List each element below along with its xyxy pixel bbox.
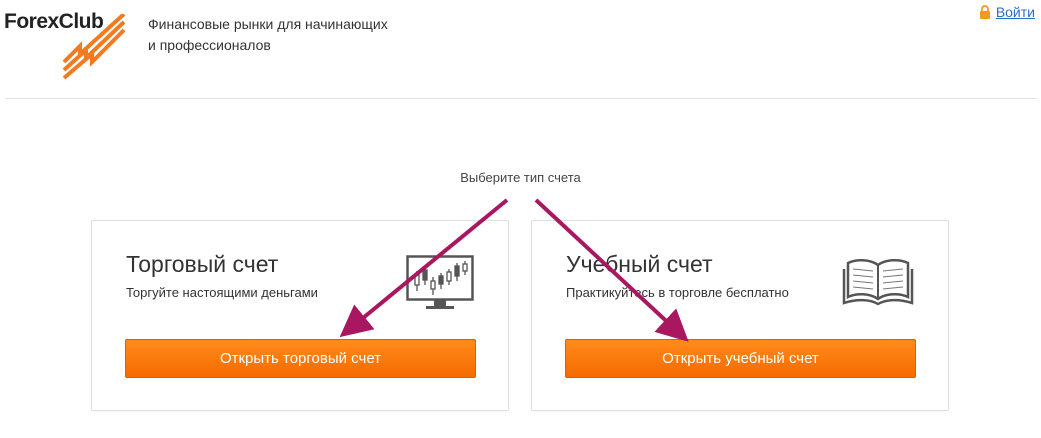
- header-divider: [5, 98, 1036, 99]
- trading-account-card: Торговый счет Торгуйте настоящими деньга…: [91, 220, 509, 411]
- book-icon: [842, 259, 914, 306]
- login-link[interactable]: Войти: [979, 4, 1035, 20]
- tagline: Финансовые рынки для начинающих и профес…: [148, 14, 408, 56]
- login-label: Войти: [995, 4, 1035, 20]
- chart-monitor-icon: [406, 255, 474, 309]
- card-title: Учебный счет: [566, 251, 713, 277]
- open-trading-account-button[interactable]: Открыть торговый счет: [125, 339, 476, 378]
- tagline-line-1: Финансовые рынки для начинающих: [148, 16, 388, 32]
- tagline-line-2: и профессионалов: [148, 37, 271, 53]
- demo-account-card: Учебный счет Практикуйтесь в торговле бе…: [531, 220, 949, 411]
- page: ForexClub Финансовые рынки для начинающи…: [0, 0, 1041, 438]
- card-subtitle: Практикуйтесь в торговле бесплатно: [566, 285, 789, 300]
- logo-mark-icon: [62, 14, 126, 80]
- lock-icon: [979, 5, 990, 19]
- card-title: Торговый счет: [126, 251, 279, 277]
- forexclub-logo[interactable]: ForexClub: [4, 8, 128, 80]
- open-demo-account-button[interactable]: Открыть учебный счет: [565, 339, 916, 378]
- card-subtitle: Торгуйте настоящими деньгами: [126, 285, 318, 300]
- choose-account-prompt: Выберите тип счета: [460, 170, 581, 185]
